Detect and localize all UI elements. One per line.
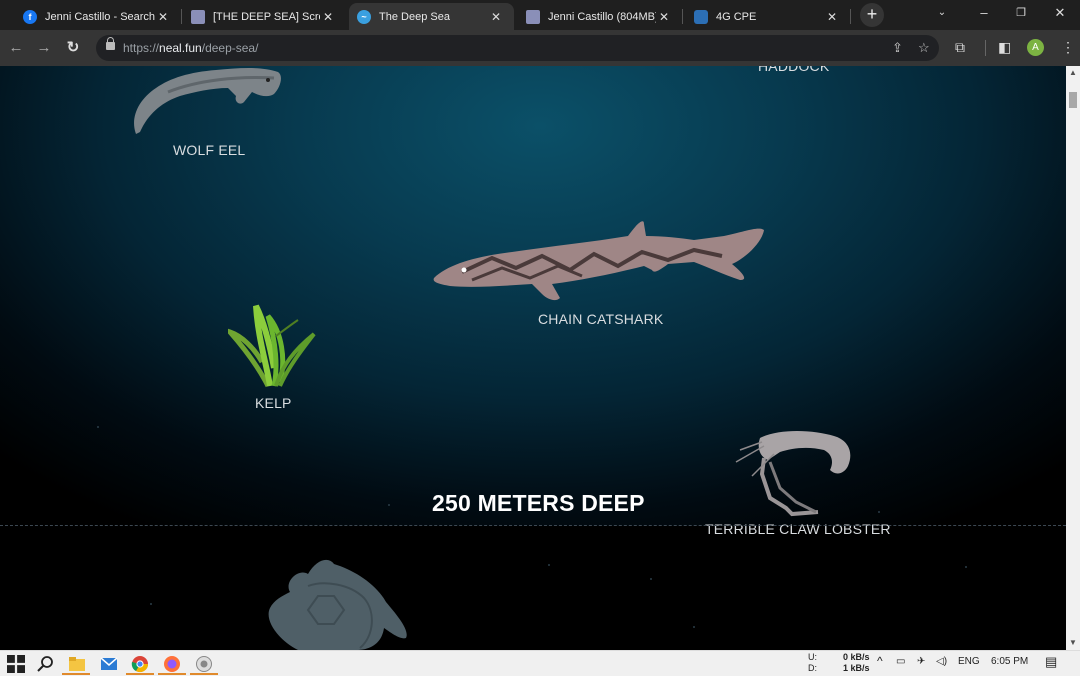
battery-icon[interactable]: ▭ bbox=[896, 656, 905, 667]
show-hidden-icons-chevron-icon[interactable]: ^ bbox=[877, 654, 883, 668]
creature-label-wolf-eel: WOLF EEL bbox=[173, 142, 246, 158]
side-panel-icon[interactable]: ◧ bbox=[998, 39, 1011, 56]
deep-sea-page[interactable]: HADDOCK WOLF EEL CHAIN CATSHARK KELP TER… bbox=[0, 66, 1066, 650]
close-tab-icon[interactable]: ✕ bbox=[824, 10, 840, 24]
page-scrollbar[interactable]: ▲ ▼ bbox=[1066, 66, 1080, 650]
airplane-mode-icon[interactable]: ✈ bbox=[917, 656, 925, 667]
new-tab-button[interactable]: + bbox=[860, 3, 884, 27]
net-download-value: 1 kB/s bbox=[843, 663, 870, 673]
tab-deep-sea-scroll[interactable]: [THE DEEP SEA] Scroll th ✕ bbox=[183, 3, 346, 30]
creature-label-chain-catshark: CHAIN CATSHARK bbox=[538, 311, 664, 327]
address-bar[interactable]: https://neal.fun/deep-sea/ ⇪ ☆ bbox=[96, 35, 939, 61]
wave-icon: ~ bbox=[357, 9, 371, 24]
restore-icon[interactable]: ❐ bbox=[1003, 0, 1039, 28]
tab-title: The Deep Sea bbox=[379, 10, 450, 23]
reload-icon[interactable]: ↻ bbox=[63, 38, 83, 58]
net-download-label: D: bbox=[808, 663, 817, 673]
scrollbar-thumb[interactable] bbox=[1069, 92, 1077, 108]
search-icon[interactable] bbox=[37, 655, 55, 673]
windows-start-icon[interactable] bbox=[7, 655, 25, 673]
tab-title: 4G CPE bbox=[716, 10, 757, 23]
browser-toolbar: ← → ↻ https://neal.fun/deep-sea/ ⇪ ☆ ⧉ ◧… bbox=[0, 30, 1080, 66]
tab-jenni-castillo[interactable]: Jenni Castillo (804MB) | ✕ bbox=[518, 3, 683, 30]
tab-4g-cpe[interactable]: 4G CPE ✕ bbox=[686, 3, 851, 30]
tab-title: Jenni Castillo - Search Re bbox=[45, 10, 155, 23]
url-text: https://neal.fun/deep-sea/ bbox=[123, 41, 259, 55]
clock[interactable]: 6:05 PM bbox=[991, 656, 1028, 667]
net-upload-value: 0 kB/s bbox=[843, 652, 870, 662]
profile-avatar[interactable]: A bbox=[1027, 39, 1044, 56]
notifications-icon[interactable]: ▤ bbox=[1045, 654, 1057, 670]
creature-label-haddock: HADDOCK bbox=[758, 66, 830, 74]
chrome-icon[interactable] bbox=[131, 655, 149, 673]
net-upload-label: U: bbox=[808, 652, 817, 662]
kelp-image[interactable] bbox=[228, 302, 318, 388]
depth-marker-line bbox=[0, 525, 1066, 526]
chain-catshark-image[interactable] bbox=[432, 218, 766, 304]
back-arrow-icon[interactable]: ← bbox=[6, 38, 26, 58]
share-icon[interactable]: ⇪ bbox=[892, 40, 903, 56]
extensions-puzzle-icon[interactable]: ⧉ bbox=[955, 39, 965, 56]
sea-turtle-image[interactable] bbox=[264, 556, 410, 650]
close-tab-icon[interactable]: ✕ bbox=[320, 10, 336, 24]
volume-icon[interactable]: ◁) bbox=[936, 656, 947, 667]
wolf-eel-image[interactable] bbox=[128, 66, 288, 138]
minimize-icon[interactable]: – bbox=[966, 0, 1002, 28]
close-tab-icon[interactable]: ✕ bbox=[656, 10, 672, 24]
tab-title: Jenni Castillo (804MB) | bbox=[548, 10, 656, 23]
router-icon bbox=[694, 9, 708, 24]
cube-icon bbox=[191, 9, 205, 24]
tab-the-deep-sea[interactable]: ~ The Deep Sea ✕ bbox=[349, 3, 514, 30]
forward-arrow-icon[interactable]: → bbox=[34, 38, 54, 58]
tab-search-icon[interactable]: ⌄ bbox=[924, 0, 960, 28]
scroll-down-arrow-icon[interactable]: ▼ bbox=[1066, 636, 1080, 650]
close-window-icon[interactable]: ✕ bbox=[1042, 0, 1078, 28]
scroll-up-arrow-icon[interactable]: ▲ bbox=[1066, 66, 1080, 80]
close-tab-icon[interactable]: ✕ bbox=[155, 10, 171, 24]
windows-taskbar: U: D: 0 kB/s 1 kB/s ^ ▭ ✈ ◁) ENG 6:05 PM… bbox=[0, 650, 1080, 676]
deep-water-band bbox=[0, 526, 1066, 650]
depth-marker-label: 250 METERS DEEP bbox=[432, 490, 645, 516]
mail-icon[interactable] bbox=[100, 655, 118, 673]
cube-icon bbox=[526, 9, 540, 24]
creature-label-kelp: KELP bbox=[255, 395, 292, 411]
browser-tab-strip: f Jenni Castillo - Search Re ✕ [THE DEEP… bbox=[0, 0, 1080, 30]
creature-label-terrible-claw-lobster: TERRIBLE CLAW LOBSTER bbox=[705, 521, 891, 537]
facebook-icon: f bbox=[23, 9, 37, 24]
app-icon[interactable] bbox=[195, 655, 213, 673]
close-tab-icon[interactable]: ✕ bbox=[488, 10, 504, 24]
tab-facebook[interactable]: f Jenni Castillo - Search Re ✕ bbox=[15, 3, 182, 30]
file-explorer-icon[interactable] bbox=[68, 655, 86, 673]
lock-icon bbox=[106, 37, 115, 50]
menu-kebab-icon[interactable]: ⋮ bbox=[1061, 39, 1075, 56]
firefox-icon[interactable] bbox=[163, 655, 181, 673]
bookmark-star-icon[interactable]: ☆ bbox=[918, 40, 930, 56]
language-indicator[interactable]: ENG bbox=[958, 656, 980, 667]
terrible-claw-lobster-image[interactable] bbox=[734, 428, 856, 518]
tab-title: [THE DEEP SEA] Scroll th bbox=[213, 10, 320, 23]
